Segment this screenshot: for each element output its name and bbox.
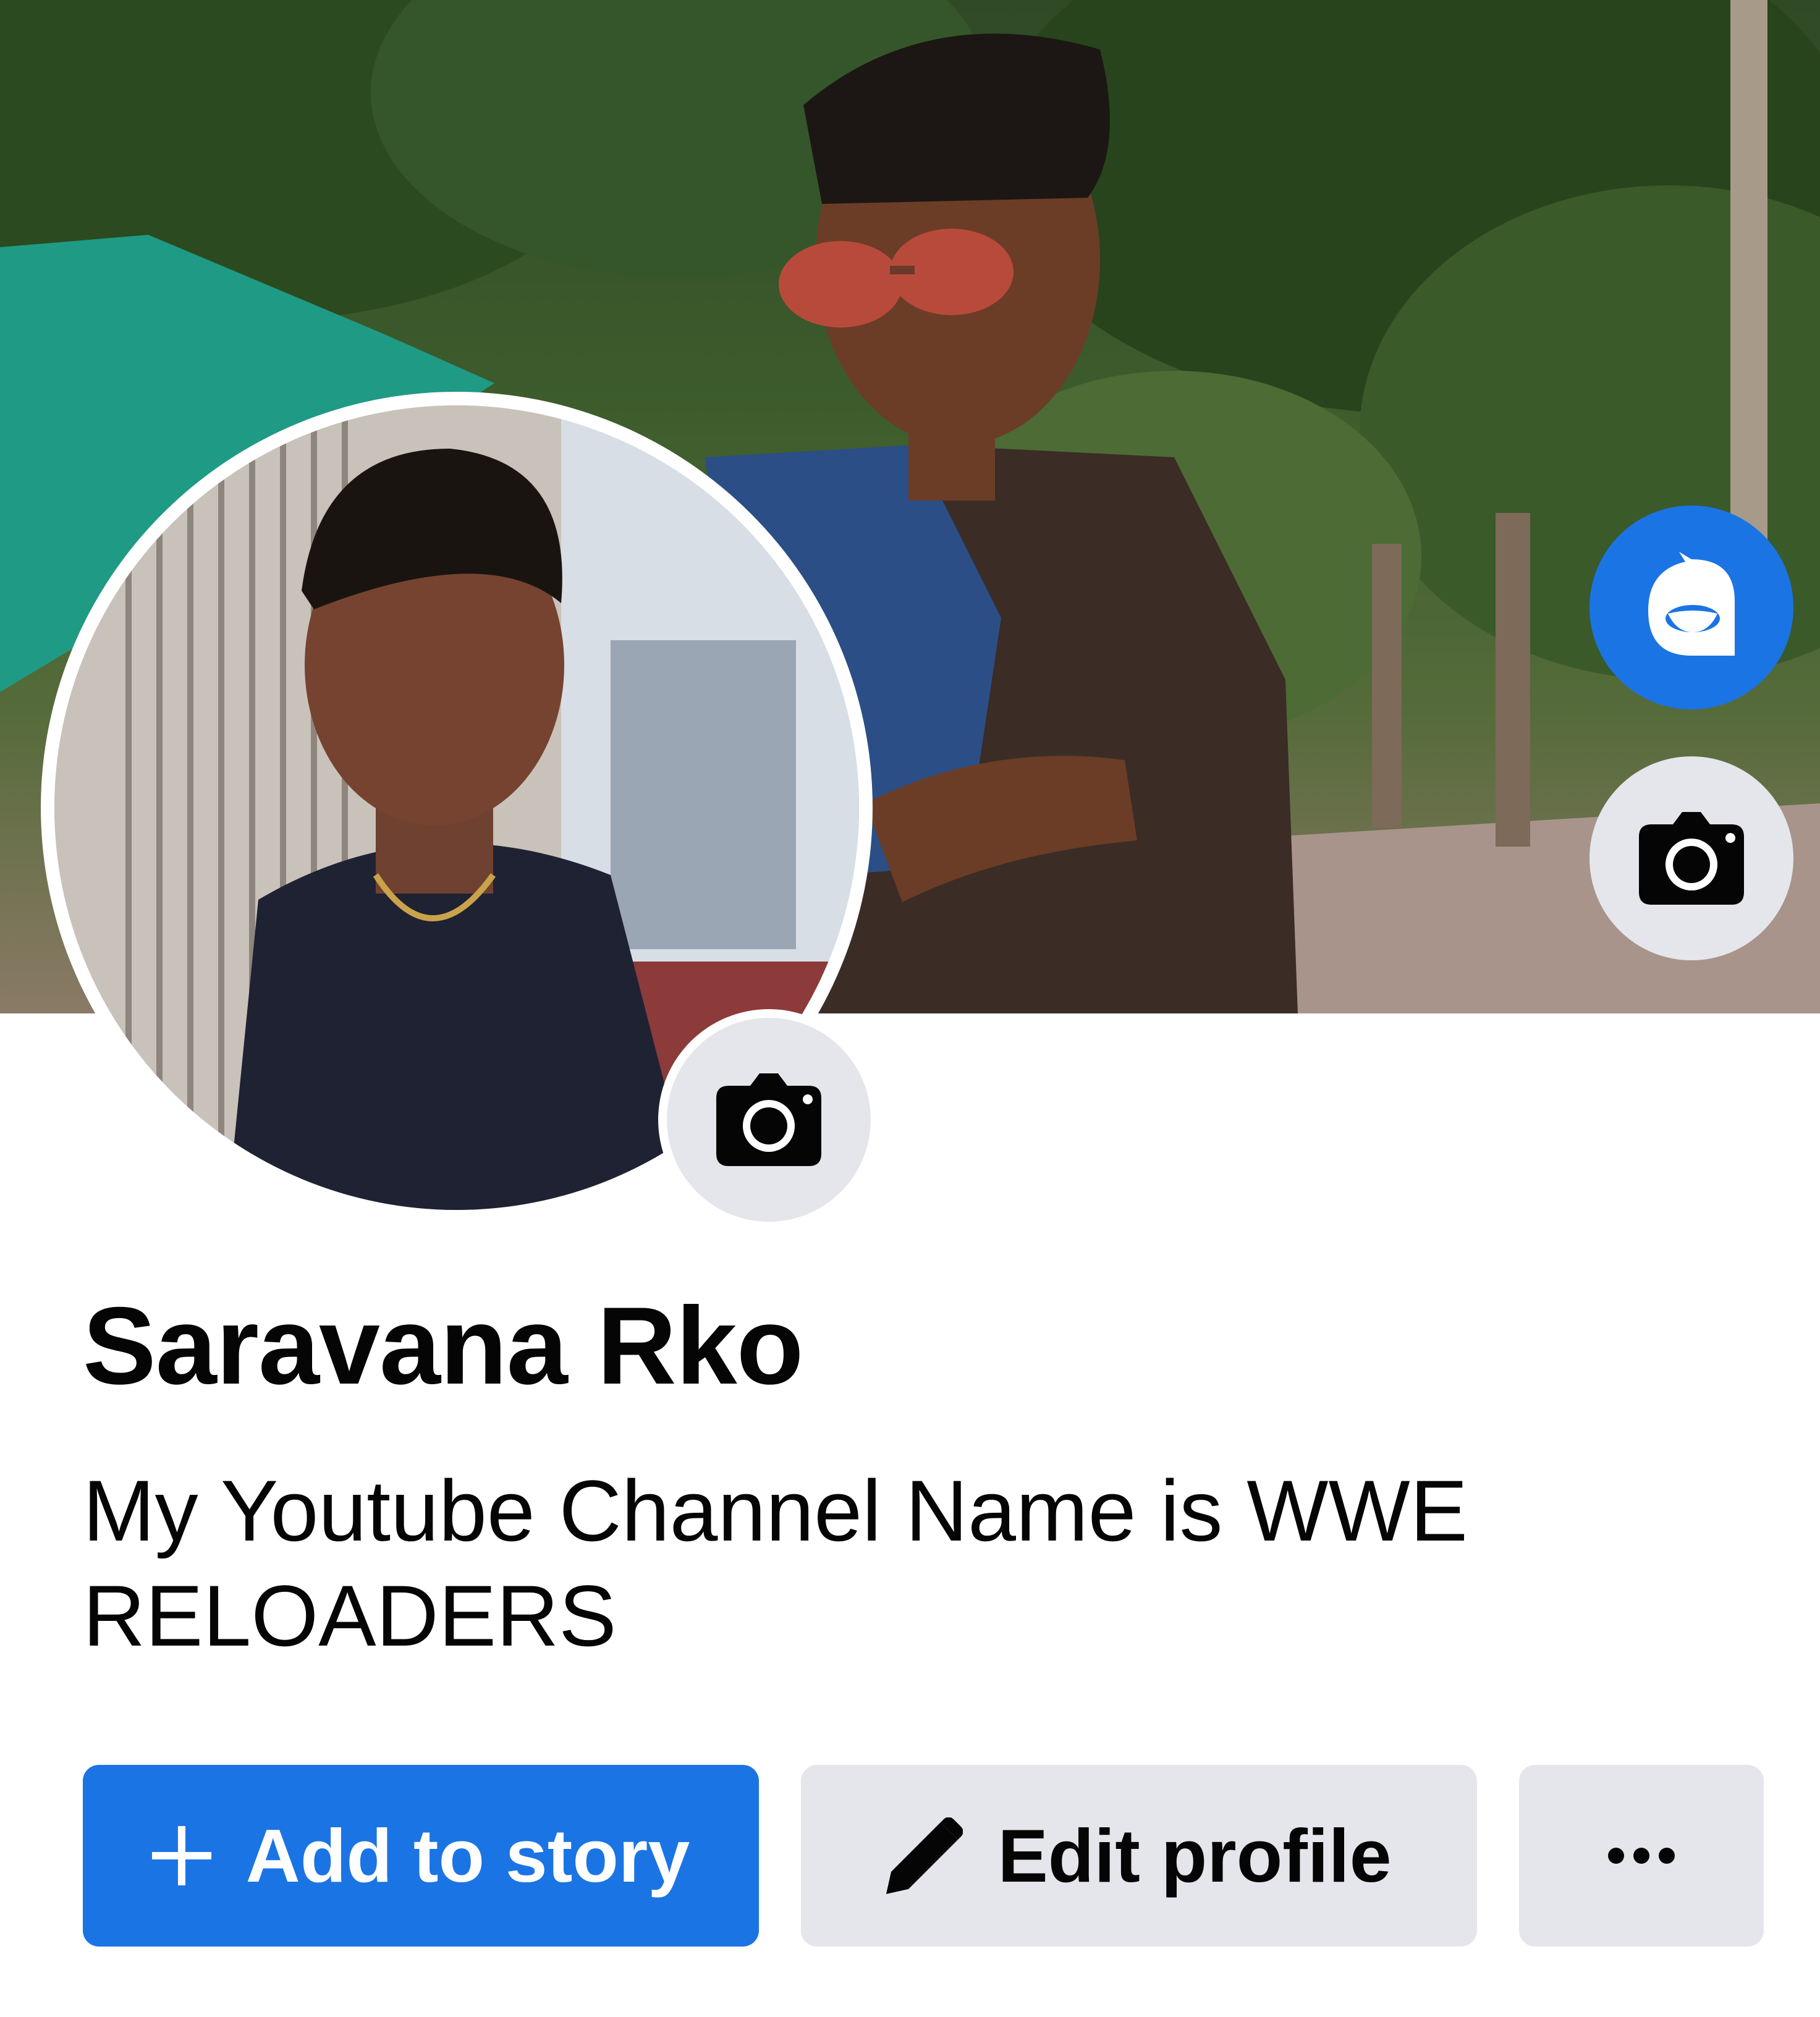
edit-profile-label: Edit profile <box>997 1814 1392 1898</box>
camera-icon <box>716 1073 821 1166</box>
add-to-story-button[interactable]: Add to story <box>83 1765 759 1947</box>
cover-photo-camera-button[interactable] <box>1589 756 1793 960</box>
more-horizontal-icon <box>1608 1848 1675 1864</box>
profile-name: Saravana Rko <box>83 1284 803 1407</box>
plus-icon <box>151 1826 211 1885</box>
pencil-icon <box>886 1817 963 1894</box>
add-to-story-label: Add to story <box>245 1814 690 1898</box>
profile-page: Saravana Rko My Youtube Channel Name is … <box>0 0 1820 2017</box>
camera-icon <box>1639 812 1744 905</box>
profile-picture-camera-button[interactable] <box>667 1018 871 1222</box>
profile-bio: My Youtube Channel Name is WWE RELOADERS <box>83 1462 1468 1664</box>
edit-profile-button[interactable]: Edit profile <box>801 1765 1477 1947</box>
create-avatar-button[interactable] <box>1589 505 1793 709</box>
more-options-button[interactable] <box>1519 1765 1764 1947</box>
avatar-icon <box>1648 552 1735 656</box>
